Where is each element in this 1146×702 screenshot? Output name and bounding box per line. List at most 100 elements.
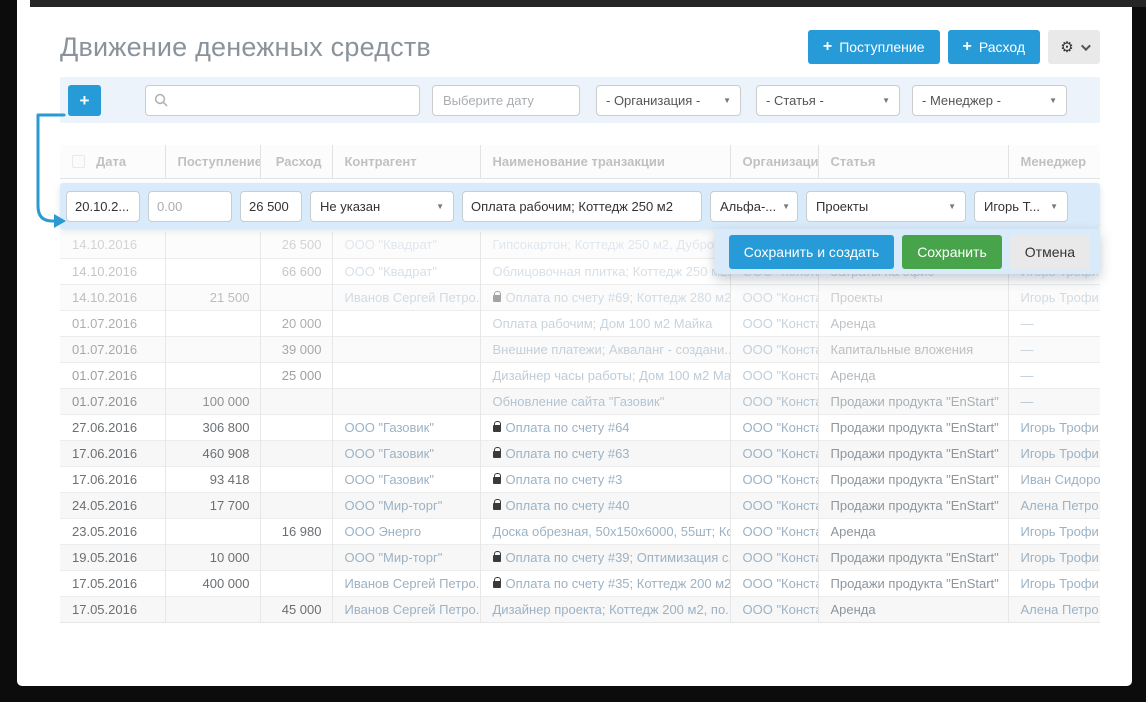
cell-transaction: Облицовочная плитка; Коттедж 250 м2... [480, 258, 730, 284]
cell-manager: Игорь Трофи... [1008, 544, 1100, 570]
cell-contragent: ООО "Газовик" [332, 414, 480, 440]
caret-down-icon: ▼ [948, 202, 956, 211]
table-row[interactable]: 23.05.2016 16 980 ООО Энерго Доска обрез… [60, 518, 1100, 544]
cell-article: Продажи продукта "EnStart" [818, 440, 1008, 466]
cell-expense: 25 000 [260, 362, 332, 388]
table-row[interactable]: 19.05.2016 10 000 ООО "Мир-торг" Оплата … [60, 544, 1100, 570]
cell-contragent: ООО "Мир-торг" [332, 544, 480, 570]
cell-manager: Игорь Трофи... [1008, 518, 1100, 544]
article-filter-select[interactable]: - Статья - ▼ [756, 85, 900, 116]
table-row[interactable]: 01.07.2016 100 000 Обновление сайта "Газ… [60, 388, 1100, 414]
cancel-button[interactable]: Отмена [1010, 235, 1090, 269]
cell-contragent: Иванов Сергей Петро... [332, 570, 480, 596]
cell-article: Аренда [818, 596, 1008, 622]
cell-transaction: Оплата по счету #63 [480, 440, 730, 466]
cell-expense [260, 466, 332, 492]
edit-manager-select[interactable]: Игорь Т... ▼ [974, 191, 1068, 222]
cell-contragent [332, 388, 480, 414]
cell-transaction: Оплата по счету #64 [480, 414, 730, 440]
edit-expense-input[interactable] [240, 191, 302, 222]
cell-organization: ООО "Конста... [730, 310, 818, 336]
table-row[interactable]: 17.06.2016 93 418 ООО "Газовик" Оплата п… [60, 466, 1100, 492]
cell-expense [260, 440, 332, 466]
settings-dropdown-button[interactable]: ⚙ [1048, 30, 1100, 64]
caret-down-icon: ▼ [1049, 96, 1057, 105]
cell-article: Проекты [818, 284, 1008, 310]
table-row[interactable]: 27.06.2016 306 800 ООО "Газовик" Оплата … [60, 414, 1100, 440]
cell-manager: — [1008, 336, 1100, 362]
table-row[interactable]: 17.06.2016 460 908 ООО "Газовик" Оплата … [60, 440, 1100, 466]
edit-date-input[interactable] [66, 191, 140, 222]
add-expense-button[interactable]: + Расход [948, 30, 1041, 64]
cell-transaction: Доска обрезная, 50х150х6000, 55шт; Ко... [480, 518, 730, 544]
edit-income-input[interactable] [148, 191, 232, 222]
cell-organization: ООО "Конста... [730, 362, 818, 388]
cell-contragent: ООО Энерго [332, 518, 480, 544]
cell-organization: ООО "Конста... [730, 336, 818, 362]
table-row[interactable]: 01.07.2016 20 000 Оплата рабочим; Дом 10… [60, 310, 1100, 336]
search-input[interactable] [145, 85, 420, 116]
organization-filter-select[interactable]: - Организация - ▼ [596, 85, 741, 116]
select-all-checkbox[interactable] [72, 155, 85, 168]
edit-article-select[interactable]: Проекты ▼ [806, 191, 966, 222]
add-transaction-button[interactable]: + [68, 85, 101, 116]
cell-expense: 39 000 [260, 336, 332, 362]
cell-transaction: Оплата по счету #69; Коттедж 280 м2,... [480, 284, 730, 310]
lock-icon [493, 425, 501, 432]
table-row[interactable]: 14.10.2016 21 500 Иванов Сергей Петро...… [60, 284, 1100, 310]
caret-down-icon: ▼ [436, 202, 444, 211]
cell-article: Продажи продукта "EnStart" [818, 570, 1008, 596]
cell-date: 14.10.2016 [60, 258, 165, 284]
cell-income [165, 596, 260, 622]
cell-organization: ООО "Конста... [730, 544, 818, 570]
cell-date: 17.06.2016 [60, 440, 165, 466]
edit-organization-select[interactable]: Альфа-... ▼ [710, 191, 798, 222]
date-filter-input[interactable] [432, 85, 580, 116]
cell-article: Продажи продукта "EnStart" [818, 466, 1008, 492]
header-expense: Расход [260, 145, 332, 179]
edit-transaction-input[interactable] [462, 191, 702, 222]
edit-contragent-select[interactable]: Не указан ▼ [310, 191, 454, 222]
cell-organization: ООО "Конста... [730, 466, 818, 492]
cell-income: 460 908 [165, 440, 260, 466]
lock-icon [493, 477, 501, 484]
lock-icon [493, 451, 501, 458]
caret-down-icon: ▼ [882, 96, 890, 105]
lock-icon [493, 503, 501, 510]
cell-contragent: Иванов Сергей Петро... [332, 596, 480, 622]
save-and-create-button[interactable]: Сохранить и создать [729, 235, 894, 269]
cell-manager: Иван Сидоров [1008, 466, 1100, 492]
cell-date: 01.07.2016 [60, 362, 165, 388]
cell-transaction: Дизайнер проекта; Коттедж 200 м2, по... [480, 596, 730, 622]
table-row[interactable]: 01.07.2016 39 000 Внешние платежи; Аквал… [60, 336, 1100, 362]
cell-contragent [332, 362, 480, 388]
manager-filter-select[interactable]: - Менеджер - ▼ [912, 85, 1067, 116]
save-button[interactable]: Сохранить [902, 235, 1002, 269]
caret-down-icon: ▼ [1050, 202, 1058, 211]
cell-expense: 20 000 [260, 310, 332, 336]
cell-date: 17.06.2016 [60, 466, 165, 492]
table-body: 14.10.2016 26 500 ООО "Квадрат" Гипсокар… [60, 232, 1100, 622]
table-row[interactable]: 01.07.2016 25 000 Дизайнер часы работы; … [60, 362, 1100, 388]
table-row[interactable]: 17.05.2016 45 000 Иванов Сергей Петро...… [60, 596, 1100, 622]
cell-manager: — [1008, 362, 1100, 388]
cell-expense [260, 544, 332, 570]
add-income-button[interactable]: + Поступление [808, 30, 940, 64]
header-income: Поступление [165, 145, 260, 179]
cell-contragent [332, 336, 480, 362]
edit-actions-bar: Сохранить и создать Сохранить Отмена [715, 229, 1100, 274]
plus-icon: + [823, 38, 832, 56]
cell-income [165, 518, 260, 544]
table-row[interactable]: 17.05.2016 400 000 Иванов Сергей Петро..… [60, 570, 1100, 596]
organization-filter-value: - Организация - [606, 93, 700, 108]
cell-date: 17.05.2016 [60, 596, 165, 622]
page-header: Движение денежных средств + Поступление … [60, 30, 1100, 64]
cell-organization: ООО "Конста... [730, 388, 818, 414]
cell-contragent: Иванов Сергей Петро... [332, 284, 480, 310]
cell-organization: ООО "Конста... [730, 440, 818, 466]
article-filter-value: - Статья - [766, 93, 824, 108]
browser-chrome-strip [30, 0, 1146, 7]
table-row[interactable]: 24.05.2016 17 700 ООО "Мир-торг" Оплата … [60, 492, 1100, 518]
cell-organization: ООО "Конста... [730, 570, 818, 596]
cell-contragent [332, 310, 480, 336]
